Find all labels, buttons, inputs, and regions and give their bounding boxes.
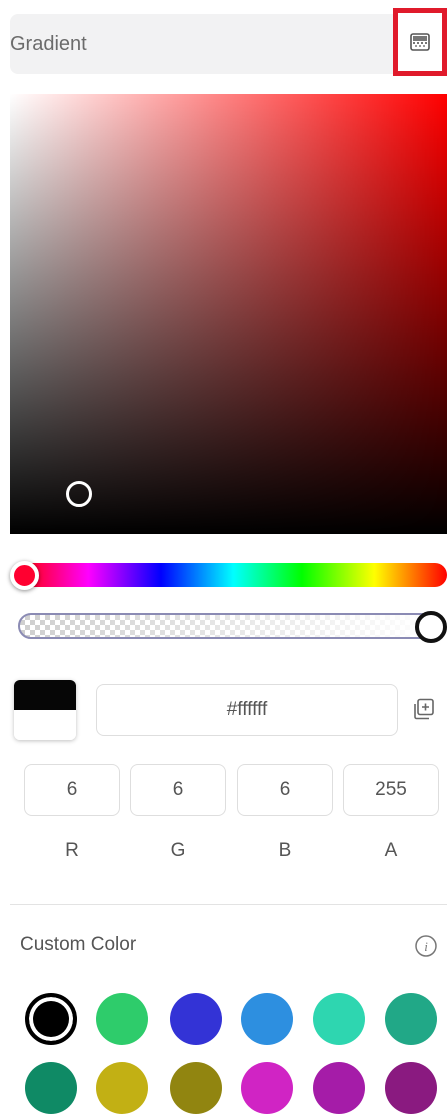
alpha-slider[interactable] [18,613,442,639]
custom-color-swatch[interactable] [170,1062,222,1114]
custom-color-swatch[interactable] [241,1062,293,1114]
previous-color-preview [14,710,76,740]
channel-b-label: B [278,840,292,861]
custom-color-swatch[interactable] [313,1062,365,1114]
custom-color-swatch[interactable] [25,1062,77,1114]
custom-color-swatch[interactable] [241,993,293,1045]
channel-g-label: G [170,840,186,861]
saturation-value-cursor[interactable] [66,481,92,507]
gradient-mode-label: Gradient [10,33,87,55]
hex-input[interactable]: #ffffff [96,684,398,736]
color-preview-swatch [14,680,76,740]
hue-slider[interactable] [20,563,447,587]
info-icon[interactable]: i [414,934,438,958]
channel-b-input[interactable]: 6 [237,764,333,816]
svg-text:i: i [424,939,428,954]
channel-r-input[interactable]: 6 [24,764,120,816]
custom-color-swatch[interactable] [313,993,365,1045]
custom-color-swatch[interactable] [385,1062,437,1114]
hue-slider-thumb[interactable] [10,561,39,590]
gradient-toggle-button[interactable] [393,8,447,76]
custom-color-swatch[interactable] [385,993,437,1045]
saturation-value-area[interactable] [10,94,447,534]
channel-r-label: R [65,840,79,861]
custom-color-swatch[interactable] [25,993,77,1045]
channel-a-input[interactable]: 255 [343,764,439,816]
gradient-mode-icon [410,33,430,51]
custom-color-label: Custom Color [20,934,137,955]
custom-color-swatch[interactable] [96,993,148,1045]
channel-a-label: A [384,840,398,861]
current-color-preview [14,680,76,710]
custom-color-swatch[interactable] [170,993,222,1045]
copy-icon[interactable] [412,697,436,721]
channel-g-input[interactable]: 6 [130,764,226,816]
section-divider [10,904,447,905]
custom-color-swatch[interactable] [96,1062,148,1114]
alpha-slider-thumb[interactable] [415,611,447,643]
